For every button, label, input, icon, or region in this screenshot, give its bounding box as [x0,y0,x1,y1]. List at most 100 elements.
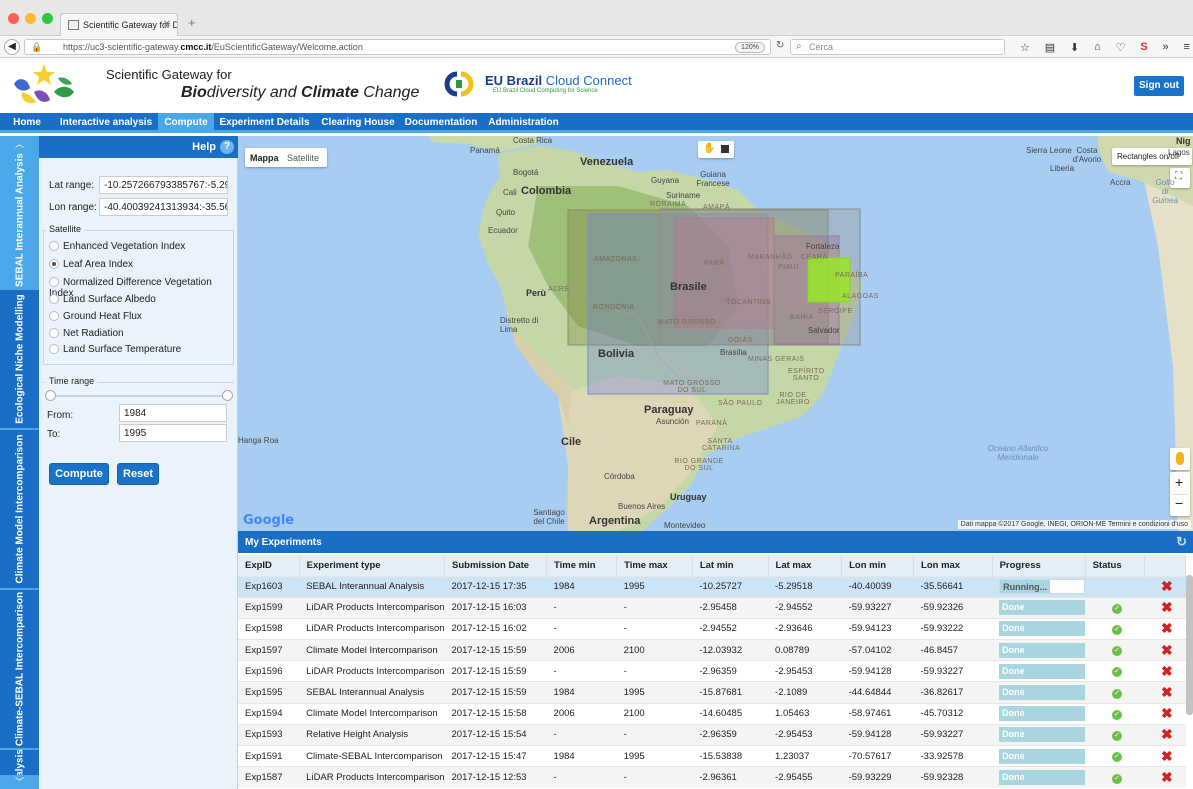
satellite-option-lst[interactable]: Land Surface Temperature [49,344,181,355]
delete-icon[interactable]: ✖ [1161,578,1173,594]
column-header[interactable]: Experiment type [299,555,446,576]
column-header[interactable]: Time min [546,555,618,576]
time-range-slider[interactable] [49,395,229,397]
delete-icon[interactable]: ✖ [1161,684,1173,700]
close-tab-icon[interactable]: ✕ [163,19,171,30]
satellite-option-lai[interactable]: Leaf Area Index [49,259,133,270]
column-header[interactable]: Progress [992,555,1086,576]
from-input[interactable]: 1984 [119,404,227,422]
delete-icon[interactable]: ✖ [1161,705,1173,721]
slider-max-handle[interactable] [222,390,233,401]
address-bar[interactable]: 🔒 https://uc3-scientific-gateway.cmcc.it… [24,39,771,55]
map-type-satellite-button[interactable]: Satellite [287,153,319,163]
table-row[interactable]: Exp1597 Climate Model Intercomparison 2017… [238,639,1186,661]
satellite-option-albedo[interactable]: Land Surface Albedo [49,294,156,305]
delete-icon[interactable]: ✖ [1161,599,1173,615]
maximize-window-button[interactable] [42,13,53,24]
back-arrow-icon[interactable]: ◀ [4,39,20,55]
nav-tab-compute[interactable]: Compute [158,113,214,133]
help-bar[interactable]: Help? [39,136,238,158]
column-header[interactable]: Lat max [768,555,843,576]
column-header[interactable]: Time max [616,555,693,576]
delete-icon[interactable]: ✖ [1161,620,1173,636]
radio-icon [49,311,59,321]
reload-icon[interactable]: ↻ [776,40,784,51]
side-tabs-scroll-down-icon[interactable]: ﹀ [0,775,39,789]
nav-tab-experiment-details[interactable]: Experiment Details [214,113,315,133]
table-row[interactable]: Exp1598 LiDAR Products Intercomparison 201… [238,617,1186,640]
overflow-icon[interactable]: » [1163,41,1169,53]
cell-date: 2017-12-15 15:59 [444,639,547,661]
nav-tab-documentation[interactable]: Documentation [401,113,481,133]
column-header[interactable]: Lat min [692,555,769,576]
delete-icon[interactable]: ✖ [1161,663,1173,679]
zoom-in-button[interactable]: + [1175,474,1183,490]
zoom-level[interactable]: 120% [735,42,765,53]
hand-pan-icon[interactable]: ✋ [703,143,715,154]
side-tab-climate-model[interactable]: Climate Model Intercomparison [0,430,39,590]
lon-range-input[interactable]: -40.40039241313934:-35.566 [99,198,228,216]
clipboard-icon[interactable]: ▤ [1045,41,1055,54]
nav-tab-clearing-house[interactable]: Clearing House [315,113,401,133]
column-header[interactable]: ExpID [238,555,300,576]
nav-tab-interactive-analysis[interactable]: Interactive analysis [54,113,158,133]
satellite-option-ground-heat[interactable]: Ground Heat Flux [49,311,142,322]
reset-button[interactable]: Reset [117,463,159,485]
rectangle-draw-icon[interactable] [721,145,729,153]
minimize-window-button[interactable] [25,13,36,24]
satellite-option-evi[interactable]: Enhanced Vegetation Index [49,241,185,252]
lat-range-input[interactable]: -10.257266793385767:-5.295 [99,176,228,194]
table-row[interactable]: Exp1591 Climate-SEBAL Intercomparison 2017… [238,744,1186,767]
refresh-icon[interactable]: ↻ [1176,534,1187,550]
zoom-out-button[interactable]: − [1175,495,1183,511]
pocket-icon[interactable]: ♡ [1116,41,1126,54]
menu-icon[interactable]: ≡ [1184,41,1190,53]
table-row[interactable]: Exp1595 SEBAL Interannual Analysis 2017-12… [238,681,1186,704]
table-row[interactable]: Exp1593 Relative Height Analysis 2017-12-1… [238,723,1186,746]
side-tabs-scroll-up-icon[interactable]: ︿ [0,136,39,152]
cell-status: ✓ [1085,596,1145,619]
download-icon[interactable]: ⬇ [1070,41,1079,54]
search-input[interactable]: ⌕ Cerca [790,39,1005,55]
column-header[interactable]: Lon max [913,555,993,576]
compute-button[interactable]: Compute [49,463,109,485]
browser-tab[interactable]: Scientific Gateway for Da ✕ [60,13,178,36]
column-header[interactable]: Status [1085,555,1145,576]
side-tab-analysis[interactable]: alysis [0,749,39,777]
to-input[interactable]: 1995 [119,424,227,442]
nav-tab-administration[interactable]: Administration [481,113,566,133]
side-tab-climate-sebal[interactable]: Climate-SEBAL Intercomparison [0,590,39,750]
street-view-pegman-icon[interactable] [1170,448,1190,470]
table-row[interactable]: Exp1594 Climate Model Intercomparison 2017… [238,702,1186,725]
table-row[interactable]: Exp1596 LiDAR Products Intercomparison 201… [238,660,1186,682]
new-tab-button[interactable]: + [188,15,196,30]
map-type-map-button[interactable]: Mappa [250,153,279,163]
delete-icon[interactable]: ✖ [1161,642,1173,658]
sign-out-button[interactable]: Sign out [1134,76,1184,96]
table-row[interactable]: Exp1603 SEBAL Interannual Analysis 2017-12… [238,575,1186,598]
table-row[interactable]: Exp1599 LiDAR Products Intercomparison 201… [238,596,1186,619]
map-label: Santiago del Chile [533,508,565,526]
extension-icon[interactable]: S [1140,41,1147,53]
nav-tab-home[interactable]: Home [0,113,54,133]
map-credits[interactable]: Dati mappa ©2017 Google, INEGI, ORION-ME… [957,520,1191,529]
side-tab-ecological-niche[interactable]: Ecological Niche Modelling [0,290,39,430]
home-icon[interactable]: ⌂ [1094,41,1101,53]
satellite-option-net-radiation[interactable]: Net Radiation [49,328,124,339]
map-view[interactable]: Mappa Satellite ✋ Rectangles on/off ⛶ + … [238,136,1193,531]
delete-icon[interactable]: ✖ [1161,748,1173,764]
column-header[interactable]: Submission Date [444,555,548,576]
map-label: Nig [1176,136,1191,146]
experiments-scrollbar[interactable] [1186,575,1193,715]
column-header[interactable]: Lon min [841,555,915,576]
help-icon[interactable]: ? [220,140,234,154]
from-label: From: [47,410,74,421]
side-tab-sebal-interannual[interactable]: SEBAL Interannual Analysis [0,152,39,290]
cell-progress: Done [992,596,1086,619]
bookmark-star-icon[interactable]: ☆ [1020,41,1030,54]
close-window-button[interactable] [8,13,19,24]
delete-icon[interactable]: ✖ [1161,769,1173,785]
delete-icon[interactable]: ✖ [1161,726,1173,742]
slider-min-handle[interactable] [45,390,56,401]
table-row[interactable]: Exp1587 LiDAR Products Intercomparison 201… [238,766,1186,788]
